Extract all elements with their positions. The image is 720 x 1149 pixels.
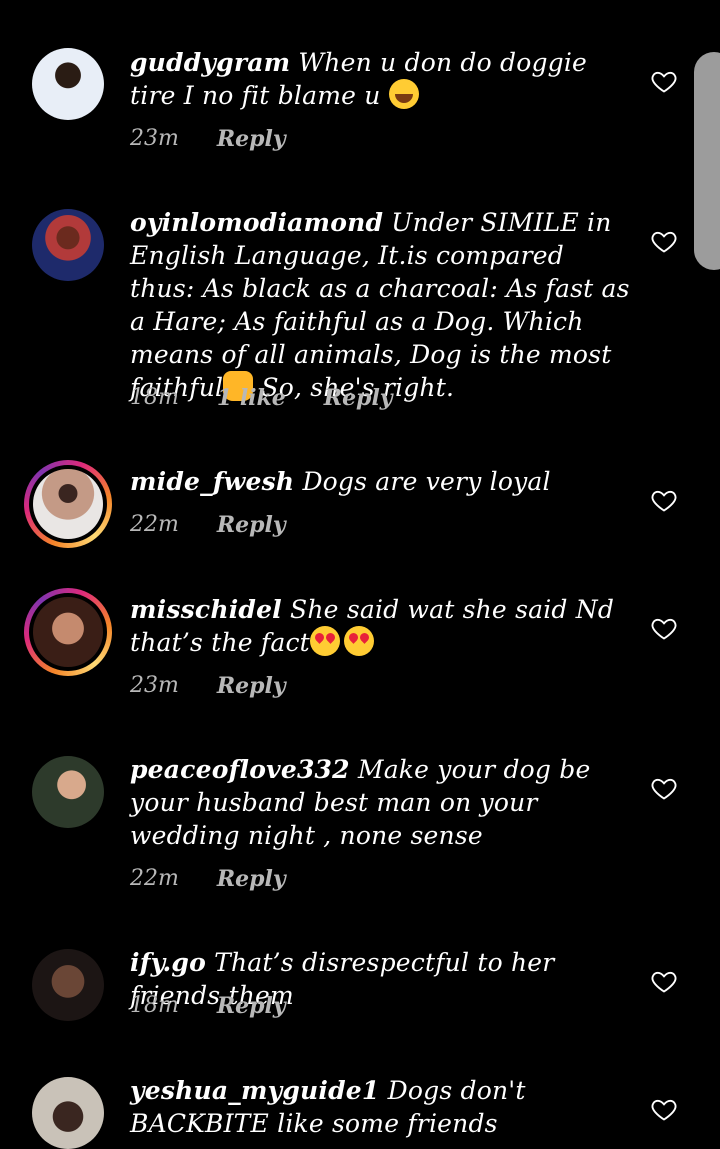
comment-time: 22m [130, 512, 179, 537]
comment-meta: 22m Reply [130, 866, 286, 892]
comment-text: oyinlomodiamond Under SIMILE in English … [130, 206, 630, 404]
avatar[interactable] [32, 949, 104, 1021]
avatar-story-ring[interactable] [24, 588, 112, 676]
like-heart-icon[interactable] [650, 967, 678, 995]
comment-username[interactable]: misschidel [130, 595, 282, 624]
avatar[interactable] [32, 1077, 104, 1149]
reply-button[interactable]: Reply [217, 993, 286, 1019]
comment-text: peaceoflove332 Make your dog be your hus… [130, 753, 630, 852]
heart-eyes-emoji-icon [309, 626, 340, 656]
comment-username[interactable]: oyinlomodiamond [130, 208, 383, 237]
comment-time: 23m [130, 673, 179, 698]
reply-button[interactable]: Reply [217, 673, 286, 699]
like-heart-icon[interactable] [650, 486, 678, 514]
laughing-emoji-icon [388, 79, 419, 109]
like-heart-icon[interactable] [650, 227, 678, 255]
comment-meta: 18m Reply [130, 993, 286, 1019]
heart-eyes-emoji-icon [343, 626, 374, 656]
comment-time: 22m [130, 866, 179, 891]
comment-meta: 18m 1 like Reply [130, 385, 393, 411]
comment-username[interactable]: yeshua_myguide1 [130, 1076, 379, 1105]
comment-body: Dogs are very loyal [302, 467, 551, 496]
reply-button[interactable]: Reply [217, 126, 286, 152]
scrollbar-thumb[interactable] [694, 52, 720, 270]
comment-username[interactable]: mide_fwesh [130, 467, 294, 496]
like-heart-icon[interactable] [650, 1095, 678, 1123]
comment-text: yeshua_myguide1 Dogs don't BACKBITE like… [130, 1074, 630, 1140]
like-heart-icon[interactable] [650, 774, 678, 802]
like-heart-icon[interactable] [650, 67, 678, 95]
comment-text: guddygram When u don do doggie tire I no… [130, 46, 630, 112]
comment-username[interactable]: guddygram [130, 48, 290, 77]
avatar[interactable] [32, 756, 104, 828]
comment-meta: 23m Reply [130, 126, 286, 152]
comment-meta: 23m Reply [130, 673, 286, 699]
avatar [29, 465, 107, 543]
reply-button[interactable]: Reply [217, 866, 286, 892]
avatar[interactable] [32, 48, 104, 120]
comment-username[interactable]: peaceoflove332 [130, 755, 350, 784]
avatar-story-ring[interactable] [24, 460, 112, 548]
comment-text: mide_fwesh Dogs are very loyal [130, 465, 630, 498]
comment-time: 23m [130, 126, 179, 151]
avatar [29, 593, 107, 671]
comment-meta: 22m Reply [130, 512, 286, 538]
likes-count[interactable]: 1 like [217, 385, 286, 411]
comment-time: 18m [130, 993, 179, 1018]
reply-button[interactable]: Reply [324, 385, 393, 411]
comment-username[interactable]: ify.go [130, 948, 206, 977]
comment-time: 18m [130, 385, 179, 410]
like-heart-icon[interactable] [650, 614, 678, 642]
comment-text: misschidel She said wat she said Nd that… [130, 593, 630, 659]
avatar[interactable] [32, 209, 104, 281]
reply-button[interactable]: Reply [217, 512, 286, 538]
